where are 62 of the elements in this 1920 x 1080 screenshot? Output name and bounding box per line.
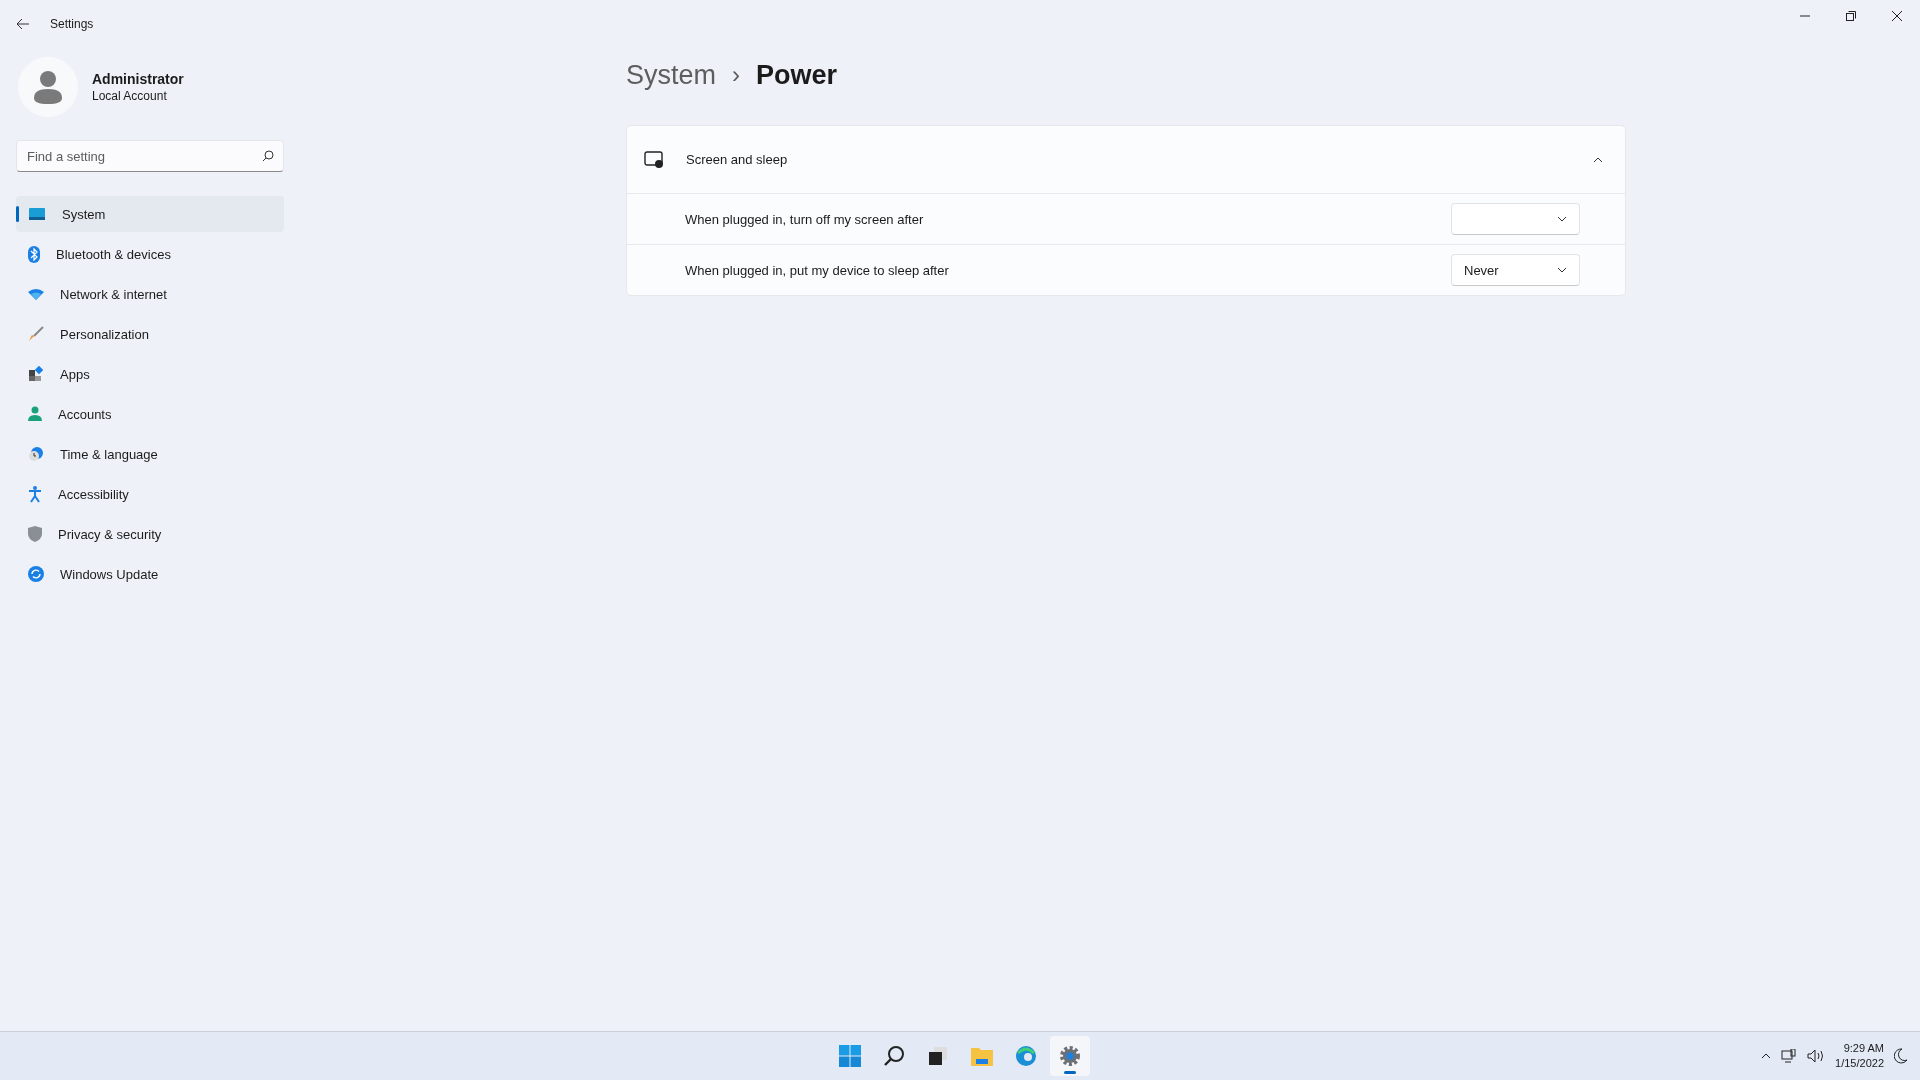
nav-item[interactable]: Network & internet [16,276,284,312]
nav-item[interactable]: Accounts [16,396,284,432]
nav-item[interactable]: Bluetooth & devices [16,236,284,272]
search-field[interactable]: Find a setting [16,140,284,172]
setting-label: When plugged in, turn off my screen after [685,211,925,227]
nav-label: Accounts [58,406,112,422]
window-title: Settings [50,17,94,31]
bluetooth-icon [28,245,40,263]
nav-label: Network & internet [60,286,167,302]
screen-sleep-icon [644,150,664,169]
restore-icon [1846,11,1856,21]
breadcrumb-separator: › [732,61,741,89]
globe-clock-icon [28,446,44,462]
nav-label: Bluetooth & devices [56,246,171,262]
nav-label: Windows Update [60,566,159,582]
chevron-icon [1593,156,1603,163]
accessibility-icon [28,485,42,503]
nav-item[interactable]: Personalization [16,316,284,352]
wifi-icon [28,288,44,300]
caret-icon [1557,267,1567,273]
task-view-icon [928,1046,948,1066]
gear-icon [1059,1045,1081,1067]
nav-label: Apps [60,366,90,382]
dropdown[interactable]: Never [1451,254,1580,286]
nav-label: System [62,206,106,222]
shield-icon [28,526,42,542]
nav-item[interactable]: Apps [16,356,284,392]
page-title: Power [756,59,838,91]
sync-icon [28,566,44,582]
nav-label: Personalization [60,326,149,342]
speaker-icon [1807,1049,1826,1063]
nav-label: Privacy & security [58,526,162,542]
brush-icon [28,326,44,342]
search-icon [883,1045,905,1067]
account-name: Administrator [92,71,184,87]
nav-label: Time & language [60,446,158,462]
folder-icon [971,1046,993,1066]
monitor-icon [28,207,46,221]
search-icon [262,150,274,162]
breadcrumb-parent[interactable]: System [626,59,717,91]
section-title: Screen and sleep [686,152,788,167]
network-icon [1781,1049,1798,1063]
nav-item[interactable]: Time & language [16,436,284,472]
setting-label: When plugged in, put my device to sleep after [685,262,950,278]
minimize-icon [1800,15,1810,17]
back-icon[interactable] [16,18,30,30]
account-type: Local Account [92,89,168,103]
windows-logo-icon [839,1045,861,1067]
close-icon [1892,11,1902,21]
clock-time: 9:29 AM [1843,1041,1884,1056]
nav-item[interactable]: Accessibility [16,476,284,512]
caret-icon [1557,216,1567,222]
moon-icon [1894,1048,1908,1064]
chevron-up-icon [1761,1053,1772,1059]
nav-item[interactable]: System [16,196,284,232]
browser-icon [1015,1045,1037,1067]
apps-icon [28,366,44,382]
nav-item[interactable]: Windows Update [16,556,284,592]
person-icon [28,406,42,422]
nav-label: Accessibility [58,486,129,502]
nav-item[interactable]: Privacy & security [16,516,284,552]
clock-date: 1/15/2022 [1835,1056,1884,1071]
